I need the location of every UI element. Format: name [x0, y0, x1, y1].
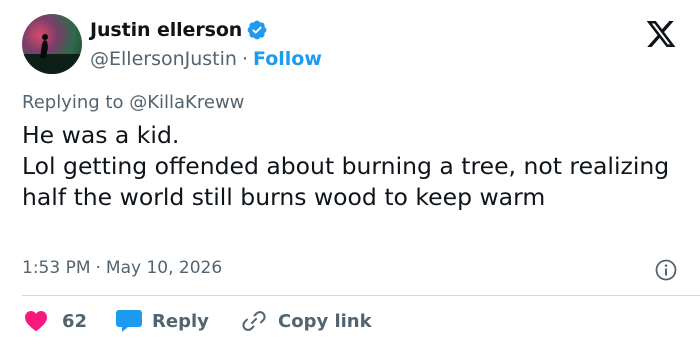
like-count: 62	[62, 310, 88, 332]
tweet-text: He was a kid. Lol getting offended about…	[22, 120, 672, 213]
info-icon[interactable]	[654, 258, 678, 282]
reply-label: Reply	[152, 310, 209, 332]
tweet-header: Justin ellerson @EllersonJustin · Follow	[22, 14, 322, 74]
tweet-timestamp[interactable]: 1:53 PM · May 10, 2026	[22, 258, 222, 278]
tweet-text-line: Lol getting offended about burning a tre…	[22, 152, 670, 211]
copy-link-button[interactable]: Copy link	[242, 309, 372, 333]
verified-badge-icon	[247, 20, 267, 40]
tweet-card: Justin ellerson @EllersonJustin · Follow…	[0, 0, 700, 348]
divider	[22, 295, 700, 296]
separator-dot: ·	[95, 258, 101, 278]
link-icon	[242, 311, 266, 331]
tweet-time: 1:53 PM	[22, 258, 91, 278]
reply-bubble-icon	[116, 310, 142, 332]
separator-dot: ·	[241, 48, 248, 70]
reply-mention-link[interactable]: @KillaKreww	[129, 92, 244, 113]
like-button[interactable]: 62	[24, 310, 116, 332]
reply-button[interactable]: Reply	[116, 309, 242, 333]
replying-to: Replying to @KillaKreww	[22, 92, 244, 113]
follow-button[interactable]: Follow	[253, 48, 322, 70]
x-logo-icon[interactable]	[644, 18, 678, 50]
avatar[interactable]	[22, 14, 82, 74]
tweet-text-line: He was a kid.	[22, 121, 180, 149]
replying-to-prefix: Replying to	[22, 92, 124, 113]
display-name[interactable]: Justin ellerson	[90, 19, 242, 41]
copy-link-label: Copy link	[278, 310, 372, 332]
heart-icon	[25, 311, 47, 332]
handle[interactable]: @EllersonJustin	[90, 48, 237, 70]
tweet-actions: 62 Reply Copy link	[24, 307, 372, 335]
tweet-date: May 10, 2026	[105, 258, 223, 278]
